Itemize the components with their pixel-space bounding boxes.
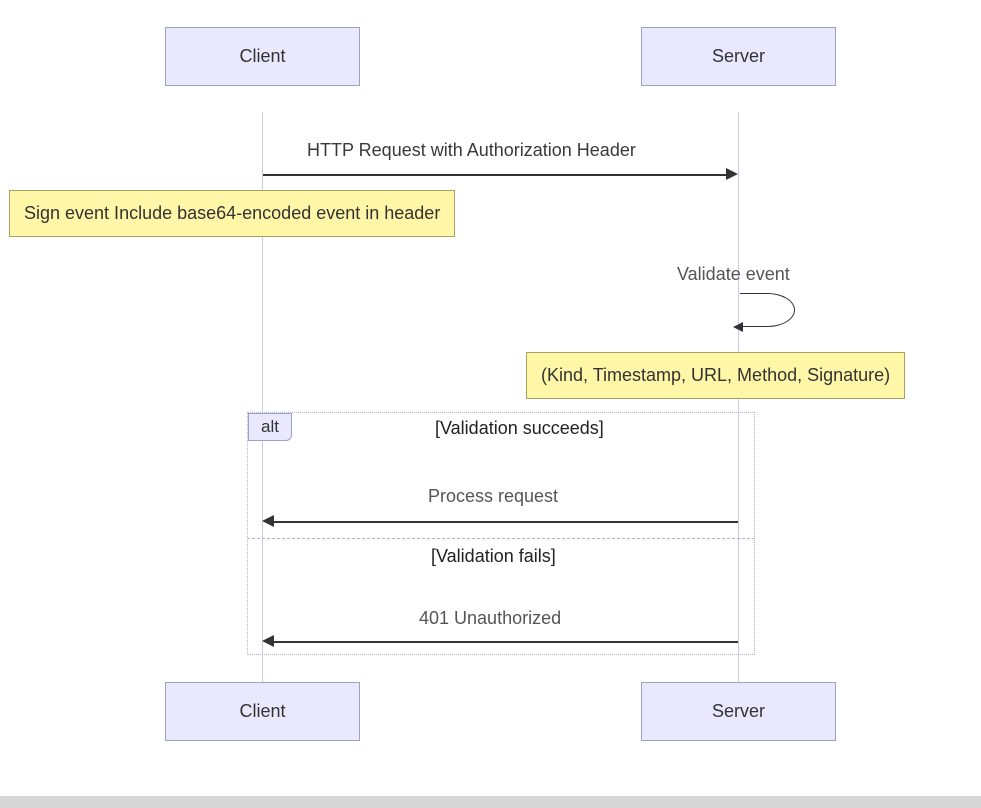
actor-server-label: Server — [712, 46, 765, 66]
msg-process-request-label: Process request — [428, 486, 558, 507]
arrow-head-process-request — [262, 515, 274, 527]
note-sign-event: Sign event Include base64-encoded event … — [9, 190, 455, 237]
arrow-head-http-request — [726, 168, 738, 180]
arrow-http-request — [263, 174, 726, 176]
sequence-diagram: Client Server HTTP Request with Authoriz… — [0, 0, 981, 790]
actor-server-bottom: Server — [641, 682, 836, 741]
arrow-head-unauthorized — [262, 635, 274, 647]
note-validation-items-text: (Kind, Timestamp, URL, Method, Signature… — [541, 365, 890, 385]
alt-tab: alt — [248, 413, 292, 441]
actor-server-bottom-label: Server — [712, 701, 765, 721]
arrow-unauthorized — [274, 641, 738, 643]
note-validation-items: (Kind, Timestamp, URL, Method, Signature… — [526, 352, 905, 399]
actor-client-bottom-label: Client — [239, 701, 285, 721]
msg-validate-event-label: Validate event — [677, 264, 790, 285]
alt-divider — [247, 538, 755, 539]
self-loop-head-validate — [733, 322, 743, 332]
msg-http-request-label: HTTP Request with Authorization Header — [307, 140, 636, 161]
note-sign-event-text: Sign event Include base64-encoded event … — [24, 203, 440, 223]
arrow-process-request — [274, 521, 738, 523]
alt-tab-label: alt — [261, 417, 279, 436]
actor-client-top: Client — [165, 27, 360, 86]
self-loop-validate — [740, 293, 795, 327]
actor-client-bottom: Client — [165, 682, 360, 741]
alt-cond-success: [Validation succeeds] — [435, 418, 604, 439]
bottom-bar — [0, 796, 981, 808]
actor-client-label: Client — [239, 46, 285, 66]
alt-cond-fail: [Validation fails] — [431, 546, 556, 567]
msg-unauthorized-label: 401 Unauthorized — [419, 608, 561, 629]
actor-server-top: Server — [641, 27, 836, 86]
